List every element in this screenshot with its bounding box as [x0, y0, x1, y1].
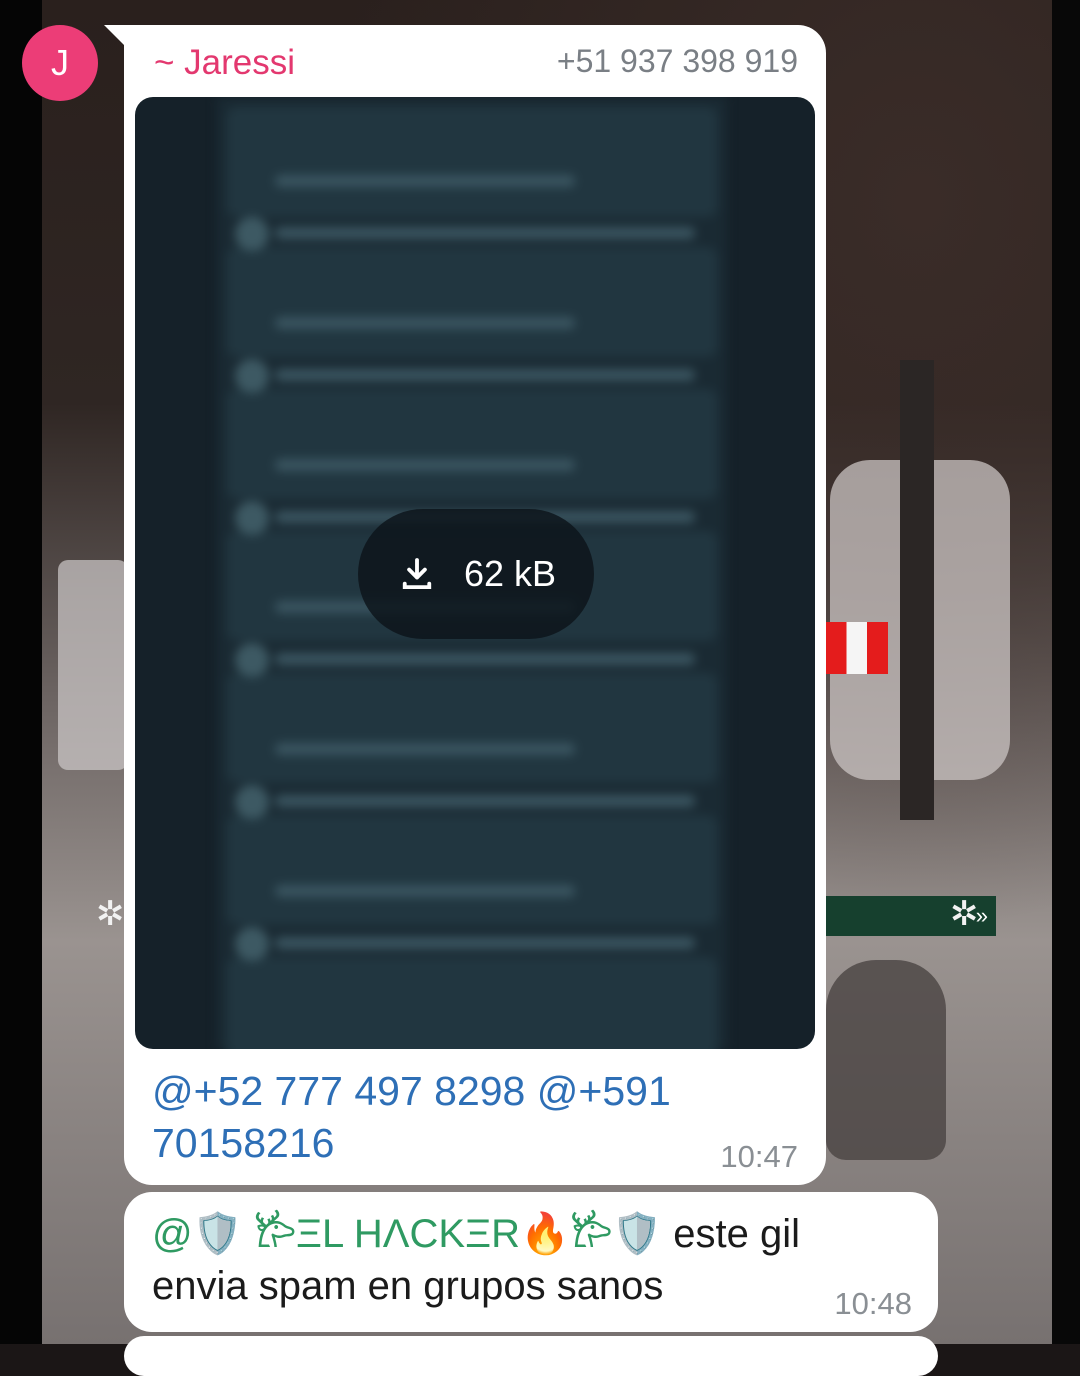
message-text: @🛡️ 𐂂ΞL ΗΛCKΞR🔥𐂂🛡️ este gil envia spam e… — [152, 1208, 892, 1312]
file-size-label: 62 kB — [463, 553, 557, 594]
wallpaper-post — [900, 360, 934, 820]
wallpaper-left-bar — [0, 0, 42, 1344]
sender-phone: +51 937 398 919 — [556, 43, 798, 79]
wallpaper-snow-tree — [58, 560, 128, 770]
message-bubble[interactable]: @🛡️ 𐂂ΞL ΗΛCKΞR🔥𐂂🛡️ este gil envia spam e… — [124, 1192, 938, 1332]
wallpaper-figure — [826, 960, 946, 1160]
message-time: 10:48 — [834, 1286, 912, 1321]
message-time: 10:47 — [720, 1139, 798, 1174]
wallpaper-sun-icon: ✲ — [950, 895, 979, 933]
media-preview[interactable]: 62 kB — [135, 97, 815, 1049]
mention-link[interactable]: @🛡️ 𐂂ΞL ΗΛCKΞR🔥𐂂🛡️ — [152, 1212, 662, 1256]
download-button[interactable]: 62 kB — [358, 509, 594, 639]
sender-name[interactable]: ~ Jaressi — [154, 43, 295, 83]
message-bubble[interactable]: ~ Jaressi +51 937 398 919 62 kB @+52 777… — [124, 25, 826, 1185]
download-icon — [402, 558, 432, 590]
message-bubble[interactable] — [124, 1336, 938, 1376]
wallpaper-right-bar — [1052, 0, 1080, 1344]
avatar-letter: J — [51, 42, 69, 83]
wallpaper-sun-icon: ✲ — [96, 895, 125, 933]
message-text: @+52 777 497 8298 @+591 70158216 — [152, 1065, 752, 1169]
mention-link[interactable]: @+52 777 497 8298 — [152, 1068, 525, 1114]
wallpaper-peru-flag — [826, 622, 888, 674]
sender-avatar[interactable]: J — [22, 25, 98, 101]
